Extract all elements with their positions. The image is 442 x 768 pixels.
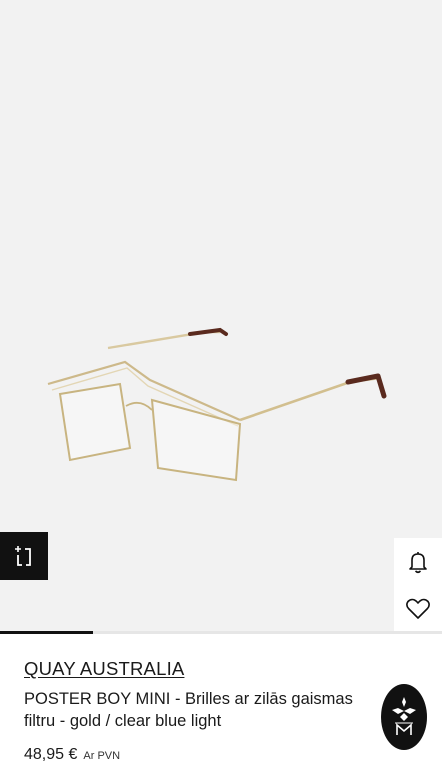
product-name: POSTER BOY MINI [24,690,171,708]
gallery-progress-bar [0,631,442,634]
vat-note: Ar PVN [83,750,121,762]
product-title: POSTER BOY MINI - Brilles ar zilās gaism… [24,688,384,732]
seller-logo-icon [392,697,416,735]
notify-button[interactable] [398,542,438,582]
brand-link[interactable]: QUAY AUSTRALIA [24,658,184,680]
ar-view-icon [15,546,31,566]
price-row: 48,95 € Ar PVN [24,746,120,764]
product-info: QUAY AUSTRALIA POSTER BOY MINI - Brilles… [24,658,384,732]
wishlist-button[interactable] [398,589,438,629]
seller-badge[interactable] [381,684,427,750]
product-image-gallery[interactable] [0,0,442,633]
heart-icon [406,598,430,620]
image-side-actions [394,538,442,633]
bell-icon [409,551,427,573]
product-image-glasses [47,327,387,482]
gallery-progress-fill [0,631,93,634]
ar-view-button[interactable] [0,532,48,580]
product-price: 48,95 € [24,746,78,763]
